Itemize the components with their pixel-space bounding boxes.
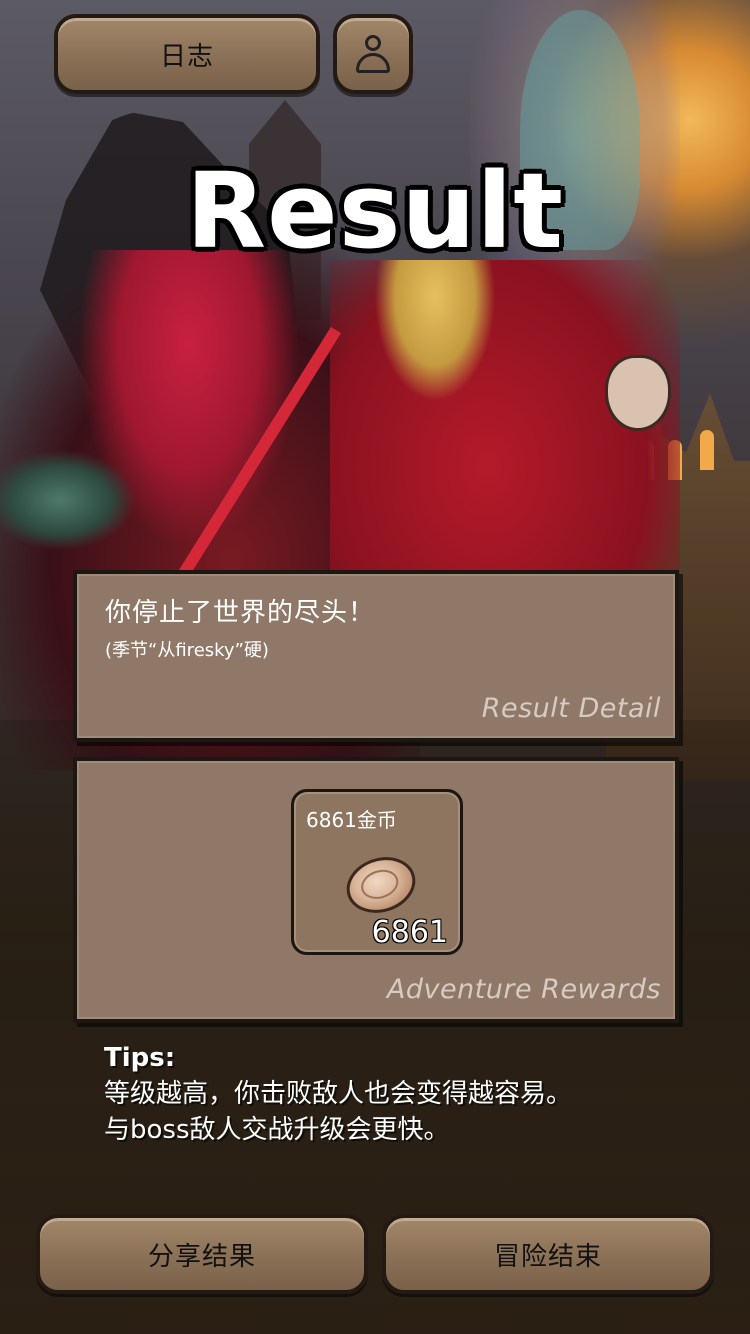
end-adventure-button[interactable]: 冒险结束 <box>382 1214 714 1294</box>
result-sub-message: (季节“从firesky”硬) <box>105 640 269 661</box>
reward-item-gold[interactable]: 6861金币 6861 <box>291 789 463 955</box>
page-title: Result <box>186 150 564 272</box>
end-adventure-label: 冒险结束 <box>493 1241 602 1272</box>
loot-bag <box>605 355 671 431</box>
log-button[interactable]: 日志 <box>54 14 320 94</box>
result-message: 你停止了世界的尽头！ <box>105 598 376 628</box>
share-result-label: 分享结果 <box>147 1241 256 1272</box>
reward-item-name: 6861金币 <box>306 808 397 832</box>
result-detail-panel: 你停止了世界的尽头！ (季节“从firesky”硬) Result Detail <box>73 570 679 742</box>
claw-illustration <box>0 440 150 560</box>
result-detail-caption: Result Detail <box>481 693 661 724</box>
person-icon <box>356 35 390 73</box>
tips-label: Tips: <box>104 1043 176 1073</box>
tips-section: Tips: 等级越高，你击败敌人也会变得越容易。 与boss敌人交战升级会更快。 <box>104 1040 572 1148</box>
castle-window <box>700 430 714 470</box>
tips-line: 等级越高，你击败敌人也会变得越容易。 <box>104 1079 573 1109</box>
reward-item-count: 6861 <box>371 915 448 950</box>
profile-button[interactable] <box>333 14 413 94</box>
coin-icon <box>339 848 423 922</box>
tips-line: 与boss敌人交战升级会更快。 <box>104 1115 450 1145</box>
share-result-button[interactable]: 分享结果 <box>36 1214 368 1294</box>
adventure-rewards-panel: 6861金币 6861 Adventure Rewards <box>73 757 679 1023</box>
adventure-rewards-caption: Adventure Rewards <box>386 974 661 1005</box>
log-button-label: 日志 <box>159 41 214 72</box>
